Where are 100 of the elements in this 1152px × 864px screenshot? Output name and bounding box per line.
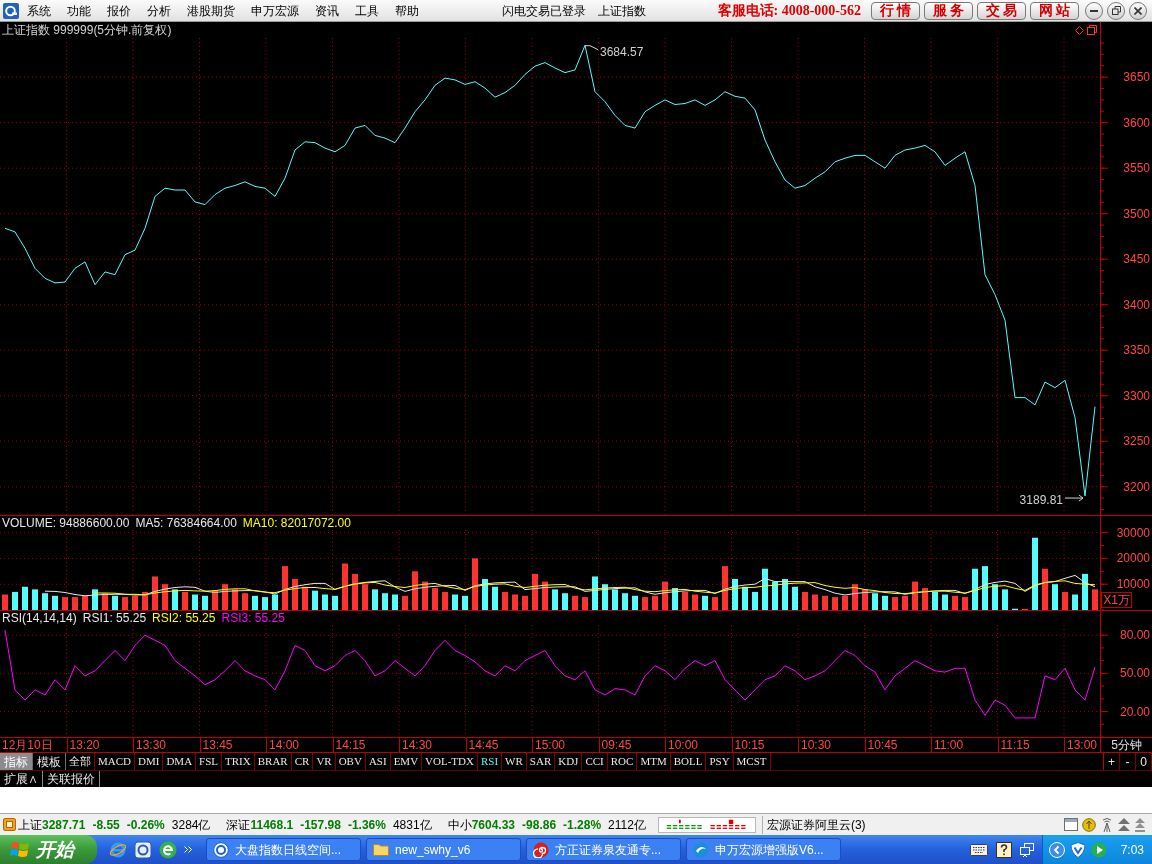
overlap-window-icon[interactable] xyxy=(1020,842,1034,857)
stacked-triangles-icon[interactable] xyxy=(1134,817,1146,832)
chevron-left-icon[interactable] xyxy=(1049,841,1065,858)
index-change: -157.98 xyxy=(300,816,341,834)
nav-button[interactable]: 行 情 xyxy=(871,1,920,20)
time-label: 14:00 xyxy=(269,739,300,751)
menu-item[interactable]: 申万宏源 xyxy=(243,0,307,21)
period-label[interactable]: 5分钟 xyxy=(1111,739,1142,751)
close-button[interactable] xyxy=(1129,1,1147,20)
nav-button[interactable]: 服 务 xyxy=(924,1,973,20)
double-chevron-icon[interactable] xyxy=(184,846,192,853)
axis-label: 3600 xyxy=(1123,115,1150,130)
chart-title: 上证指数 999999(5分钟.前复权) xyxy=(2,24,172,36)
menu-item[interactable]: 港股期货 xyxy=(179,0,243,21)
bar xyxy=(652,595,658,610)
bar xyxy=(832,597,838,610)
browser-icon[interactable] xyxy=(109,840,127,859)
bar xyxy=(132,595,138,610)
start-button[interactable]: 开始 xyxy=(0,835,97,864)
app-icon[interactable] xyxy=(134,840,152,859)
shield-icon[interactable] xyxy=(1070,841,1086,858)
keyboard-icon[interactable] xyxy=(970,843,988,856)
unit-label: X1万 xyxy=(1101,592,1132,608)
turnover-amount: 3284亿 xyxy=(171,816,211,834)
axis-label: 50.00 xyxy=(1119,666,1150,681)
minimize-button[interactable] xyxy=(1085,1,1103,20)
play-icon[interactable] xyxy=(1091,841,1107,858)
status-text: 闪电交易已登录 xyxy=(502,2,586,20)
index-name: 上证 xyxy=(18,816,42,834)
index-change: -8.55 xyxy=(92,816,120,834)
bar xyxy=(432,588,438,610)
bar xyxy=(312,590,318,610)
bar xyxy=(392,594,398,610)
nav-button[interactable]: 网 站 xyxy=(1030,1,1079,20)
taskbar-button[interactable]: 大盘指数日线空间... xyxy=(206,838,361,861)
axis-label: 3650 xyxy=(1123,70,1150,85)
bar xyxy=(932,591,938,610)
menu-item[interactable]: 工具 xyxy=(347,0,387,21)
bar xyxy=(582,597,588,610)
bar xyxy=(262,597,268,610)
bar xyxy=(572,595,578,610)
bar xyxy=(82,595,88,610)
index-change: -98.86 xyxy=(522,816,557,834)
restore-button[interactable] xyxy=(1107,1,1125,20)
circle-icon[interactable] xyxy=(159,840,177,859)
antenna-icon[interactable] xyxy=(1100,817,1114,832)
axis-label: 30000 xyxy=(1116,525,1150,540)
bar xyxy=(1032,537,1038,610)
menu-item[interactable]: 分析 xyxy=(139,0,179,21)
bar xyxy=(212,590,218,610)
bar xyxy=(182,591,188,610)
menu-item[interactable]: 系统 xyxy=(19,0,59,21)
legend-label: RSI3: 55.25 xyxy=(221,612,285,624)
menu-item[interactable]: 功能 xyxy=(59,0,99,21)
status-text: 上证指数 xyxy=(598,2,646,20)
bar xyxy=(62,597,68,610)
bar xyxy=(662,581,668,610)
restore-icon xyxy=(1111,6,1121,15)
menu-item[interactable]: 报价 xyxy=(99,0,139,21)
axis-label: 3550 xyxy=(1123,161,1150,176)
arrow-icon xyxy=(1064,494,1084,502)
minimize-icon xyxy=(1090,9,1098,12)
legend-label: MA5: 76384664.00 xyxy=(135,517,237,529)
window-icon[interactable] xyxy=(1064,818,1078,831)
taskbar-button[interactable]: new_swhy_v6 xyxy=(366,838,521,861)
bar xyxy=(372,589,378,610)
app-logo-icon[interactable] xyxy=(3,2,19,19)
bar xyxy=(1092,589,1098,610)
bar xyxy=(1052,584,1058,610)
bar xyxy=(1002,589,1008,610)
coin-icon[interactable] xyxy=(1082,817,1096,832)
help-icon[interactable] xyxy=(996,841,1012,858)
bar xyxy=(612,589,618,610)
stacked-triangles-icon[interactable] xyxy=(1118,817,1130,832)
time-label: 13:20 xyxy=(69,739,100,751)
bar xyxy=(692,594,698,610)
axis-label: 3450 xyxy=(1123,252,1150,267)
bar xyxy=(742,586,748,610)
bar xyxy=(712,597,718,610)
bar xyxy=(142,591,148,610)
axis-label: 3200 xyxy=(1123,479,1150,494)
bar xyxy=(152,576,158,610)
bar xyxy=(302,586,308,610)
restore-icon[interactable] xyxy=(1087,25,1097,35)
time-label: 14:15 xyxy=(335,739,366,751)
menu-item[interactable]: 帮助 xyxy=(387,0,427,21)
bar xyxy=(772,581,778,610)
taskbar-button[interactable]: 申万宏源增强版V6... xyxy=(686,838,841,861)
diamond-icon[interactable] xyxy=(1075,25,1084,35)
bar xyxy=(1062,591,1068,610)
taskbar-button[interactable]: 方正证券泉友通专... xyxy=(526,838,681,861)
square-icon[interactable] xyxy=(3,818,16,831)
bar xyxy=(382,593,388,610)
time-label: 13:45 xyxy=(202,739,233,751)
nav-button[interactable]: 交 易 xyxy=(977,1,1026,20)
folder-icon xyxy=(373,843,389,856)
ring-icon xyxy=(213,841,229,858)
menu-item[interactable]: 资讯 xyxy=(307,0,347,21)
hotline-text: 客服电话: 4008-000-562 xyxy=(717,2,861,20)
axis-label: 80.00 xyxy=(1119,628,1150,643)
